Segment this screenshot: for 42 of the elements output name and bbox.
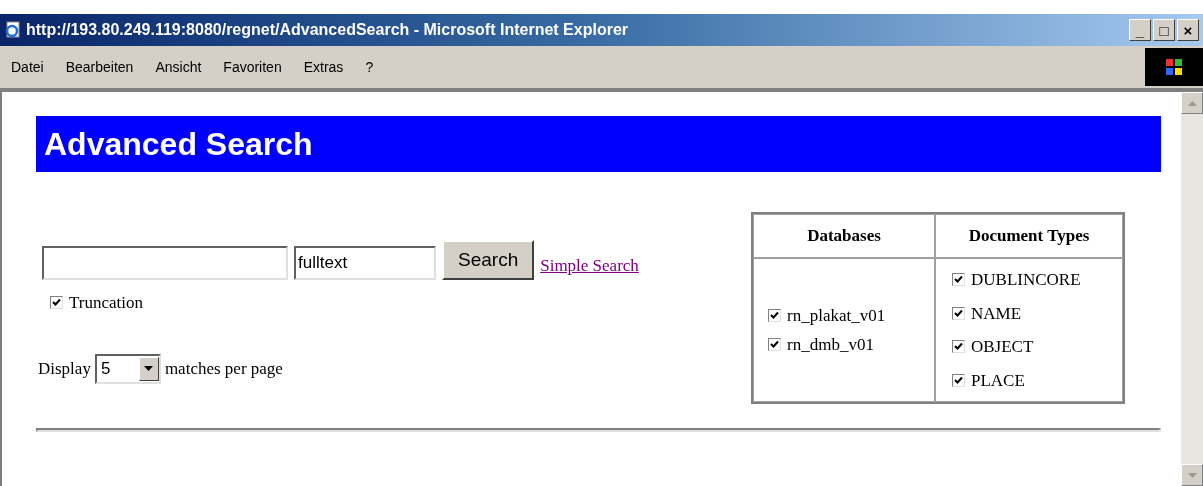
- menu-item[interactable]: Ansicht: [144, 56, 213, 78]
- page-heading: Advanced Search: [44, 125, 313, 164]
- window-title: http://193.80.249.119:8080/regnet/AdvancedSearch - Microsoft Internet Explorer: [26, 20, 629, 40]
- menu-item[interactable]: Bearbeiten: [54, 56, 145, 78]
- checkbox[interactable]: [952, 273, 965, 287]
- document-type-label: NAME: [971, 302, 1022, 325]
- document-type-label: DUBLINCORE: [971, 269, 1081, 291]
- column-header: Databases: [753, 214, 935, 258]
- scroll-up-button[interactable]: [1181, 92, 1203, 114]
- caret-icon: [138, 356, 159, 381]
- menu-item[interactable]: Datei: [0, 56, 55, 78]
- display-label: Display: [38, 357, 91, 380]
- checkbox[interactable]: [768, 308, 781, 322]
- menu-item[interactable]: Extras: [292, 56, 355, 78]
- minimize-button[interactable]: _: [1129, 19, 1151, 41]
- scroll-down-button[interactable]: [1181, 464, 1203, 486]
- scrollbar[interactable]: [1181, 92, 1203, 486]
- menu-item[interactable]: ?: [354, 56, 385, 78]
- menu-item[interactable]: Favoriten: [212, 56, 293, 78]
- matches-per-page-label: matches per page: [164, 357, 283, 380]
- simple-search-link[interactable]: Simple Search: [540, 252, 639, 278]
- field-input[interactable]: fulltext: [294, 246, 436, 280]
- checkbox[interactable]: [952, 373, 965, 387]
- checkbox[interactable]: [952, 340, 965, 354]
- database-label: rn_plakat_v01: [787, 304, 886, 327]
- truncation-label: Truncation: [69, 292, 143, 314]
- browser-icon: [4, 21, 22, 39]
- search-button[interactable]: Search: [442, 240, 535, 280]
- maximize-button[interactable]: □: [1153, 19, 1175, 41]
- column-header: Document Types: [935, 214, 1123, 258]
- checkbox[interactable]: [768, 338, 781, 352]
- search-field[interactable]: [42, 246, 288, 280]
- close-button[interactable]: ×: [1177, 19, 1199, 41]
- windows-logo-icon: [1145, 48, 1203, 86]
- caret-up-icon: [1187, 100, 1197, 106]
- page-size-dropdown[interactable]: 5: [94, 353, 161, 384]
- caret-down-icon: [1187, 472, 1197, 478]
- database-label: rn_dmb_v01: [787, 334, 874, 356]
- checkbox[interactable]: [952, 306, 965, 320]
- document-type-label: OBJECT: [971, 336, 1034, 358]
- document-type-label: PLACE: [971, 369, 1025, 392]
- checkbox[interactable]: [50, 296, 63, 310]
